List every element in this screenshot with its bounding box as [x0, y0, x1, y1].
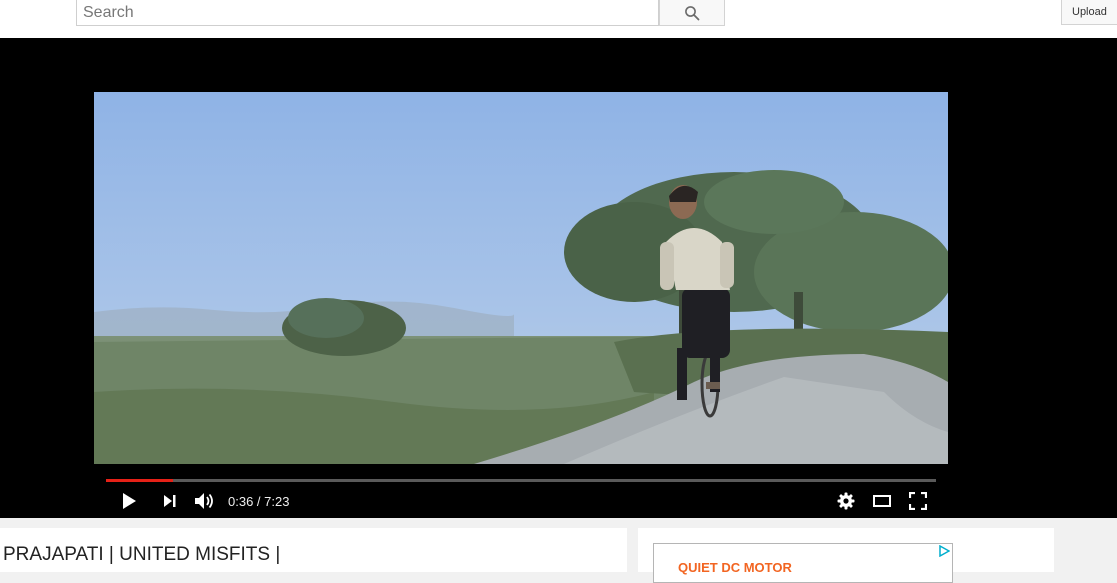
fullscreen-button[interactable] [906, 490, 930, 512]
video-player[interactable]: 0:36 / 7:23 [0, 38, 1117, 518]
sidebar-panel: QUIET DC MOTOR [638, 528, 1054, 583]
theater-mode-icon [873, 495, 891, 507]
next-button[interactable] [158, 490, 180, 512]
next-icon [164, 495, 176, 507]
video-info-panel: PRAJAPATI | UNITED MISFITS | [0, 528, 627, 572]
masthead: Upload [0, 0, 1117, 38]
video-frame[interactable] [94, 92, 948, 464]
fullscreen-icon [909, 492, 927, 510]
volume-button[interactable] [193, 490, 217, 512]
search-box[interactable] [76, 0, 659, 26]
video-still-image [94, 92, 948, 464]
video-title: PRAJAPATI | UNITED MISFITS | [3, 544, 281, 565]
search-button[interactable] [659, 0, 725, 26]
progress-bar-played [106, 479, 174, 482]
time-display: 0:36 / 7:23 [228, 493, 290, 509]
search-icon [685, 5, 700, 20]
player-controls: 0:36 / 7:23 [0, 484, 1117, 518]
upload-button[interactable]: Upload [1061, 0, 1117, 25]
play-icon [123, 493, 136, 509]
search-input[interactable] [77, 0, 658, 25]
theater-mode-button[interactable] [871, 490, 893, 512]
settings-gear-icon [837, 492, 855, 510]
ad-banner[interactable]: QUIET DC MOTOR [653, 543, 953, 583]
progress-bar[interactable] [106, 479, 936, 482]
play-button[interactable] [118, 490, 140, 512]
ad-choices-icon[interactable] [938, 545, 950, 557]
volume-icon [195, 493, 213, 509]
settings-button[interactable] [835, 490, 857, 512]
ad-text: QUIET DC MOTOR [678, 560, 792, 575]
